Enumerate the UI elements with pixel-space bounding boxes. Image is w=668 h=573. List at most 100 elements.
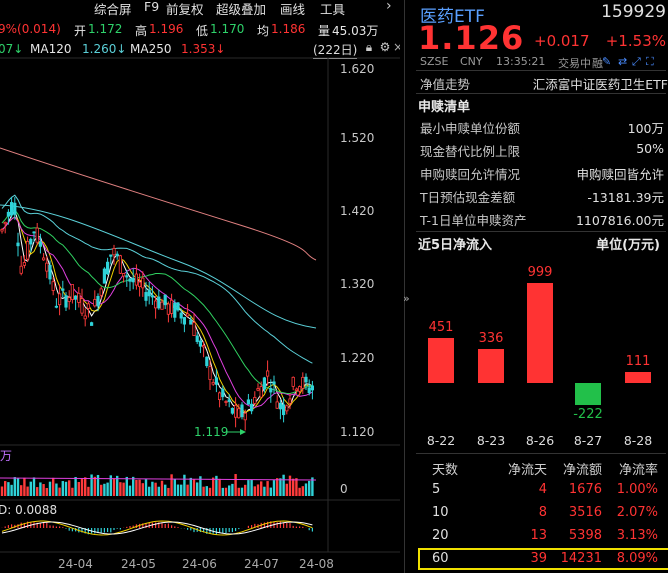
candle-body — [90, 322, 94, 326]
x-tick-1: 24-04 — [58, 557, 93, 571]
volume-bar — [253, 486, 256, 496]
volume-bar — [125, 476, 128, 496]
market-code: SZSE — [420, 55, 449, 68]
divider — [416, 93, 666, 94]
volume-bar — [288, 475, 292, 496]
security-code: 159929 — [601, 2, 666, 22]
volume-bar — [260, 481, 263, 496]
volume-bar — [183, 474, 186, 496]
redeem-row: T-1日单位申赎资产 1107816.00元 — [420, 208, 664, 228]
candle-body — [192, 322, 196, 336]
redeem-row: 最小申赎单位份额 100万 — [420, 116, 664, 136]
candle-body — [83, 315, 87, 320]
macd-bar — [62, 527, 64, 528]
inflow-date-label: 8-26 — [525, 433, 555, 448]
collapse-panel-icon[interactable]: » — [403, 292, 410, 305]
volume-bar — [144, 479, 148, 496]
volume-bar — [237, 487, 240, 496]
candle-body — [179, 312, 183, 319]
flow-table-cell: 8.09% — [616, 551, 658, 566]
candle-body — [150, 295, 154, 298]
inflow-date-label: 8-22 — [426, 433, 456, 448]
sync-icon[interactable]: ⇄ — [618, 55, 627, 68]
candle-body — [51, 281, 55, 291]
candle-body — [201, 345, 206, 348]
volume-bar — [173, 479, 176, 496]
edit-icon[interactable]: ✎ — [602, 55, 611, 68]
macd-bar — [155, 522, 157, 528]
last-price: 1.126 — [418, 19, 525, 57]
macd-bar — [65, 528, 67, 529]
flow-table-cell: 2.07% — [616, 505, 658, 520]
volume-bar — [215, 475, 218, 496]
volume-bar — [228, 485, 231, 496]
candle-body — [262, 377, 267, 390]
y-tick-2: 1.520 — [340, 131, 375, 145]
volume-bar — [157, 486, 160, 496]
flow-table-row[interactable]: 60 39 14231 8.09% — [418, 548, 668, 570]
candle-body — [106, 261, 110, 275]
macd-bar — [126, 526, 128, 528]
redeem-value: -13181.39元 — [587, 190, 664, 205]
macd-bar — [110, 528, 112, 533]
nav-row[interactable]: 净值走势 汇添富中证医药卫生ETF — [420, 72, 668, 92]
flow-table-cell: 净流率 — [618, 463, 658, 478]
kline-chart-pane[interactable]: 9%(0.014) 开 1.172 高 1.196 低 1.170 均 1.18… — [0, 0, 400, 573]
flow-table-cell: 14231 — [560, 551, 602, 566]
macd-bar — [107, 528, 109, 533]
redeem-value: 100万 — [627, 121, 664, 136]
y-tick-1: 1.620 — [340, 62, 375, 76]
candle-body — [221, 388, 225, 398]
candle-body — [0, 229, 4, 232]
candle-body — [157, 296, 161, 309]
candle-body — [278, 402, 283, 410]
volume-bar — [64, 481, 68, 496]
candle-body — [195, 335, 199, 342]
candle-body — [269, 388, 273, 393]
macd-bar — [39, 522, 41, 528]
volume-zero-tick: 0 — [340, 482, 348, 496]
volume-bar — [135, 479, 138, 496]
inflow-date-label: 8-23 — [476, 433, 506, 448]
candle-body — [233, 404, 238, 418]
expand-icon[interactable]: ⛶ — [646, 55, 654, 69]
resize-icon[interactable]: ⤢ — [632, 55, 641, 69]
candle-body — [205, 356, 209, 367]
flow-table-row[interactable]: 20 13 5398 3.13% — [420, 528, 664, 546]
volume-bar — [186, 484, 189, 496]
volume-bar — [205, 486, 208, 496]
candle-body — [211, 382, 215, 385]
flow-table-cell: 净流天 — [507, 463, 547, 478]
nav-label: 净值走势 — [420, 77, 471, 92]
volume-bar — [58, 487, 61, 496]
candle-body — [6, 211, 10, 217]
redeem-label: 申购赎回允许情况 — [420, 167, 521, 182]
volume-bar — [138, 479, 141, 496]
candle-body — [307, 387, 311, 393]
macd-bar — [187, 528, 189, 530]
volume-bar — [141, 483, 144, 496]
volume-bar — [298, 487, 301, 496]
redeem-row: 申购赎回允许情况 申购赎回皆允许 — [420, 162, 664, 182]
volume-bar — [100, 484, 103, 496]
volume-bar — [128, 485, 132, 496]
flow-table-cell: 5 — [432, 482, 441, 497]
volume-bar — [55, 483, 58, 496]
redeem-label: T日预估现金差额 — [420, 190, 516, 205]
candle-body — [182, 317, 186, 325]
macd-bar — [174, 526, 176, 528]
y-tick-5: 1.220 — [340, 351, 375, 365]
volume-bar — [42, 484, 45, 496]
candle-body — [294, 388, 299, 391]
candle-body — [169, 299, 174, 314]
candle-body — [259, 386, 263, 398]
volume-bar — [132, 476, 135, 496]
candle-body — [16, 242, 20, 247]
macd-bar — [308, 528, 310, 531]
macd-bar — [228, 528, 230, 533]
flow-table-row[interactable]: 10 8 3516 2.07% — [420, 505, 664, 523]
candle-body — [137, 281, 142, 287]
flow-table-cell: 净流额 — [562, 463, 602, 478]
flow-table-row[interactable]: 5 4 1676 1.00% — [420, 482, 664, 500]
volume-bar — [240, 487, 244, 496]
